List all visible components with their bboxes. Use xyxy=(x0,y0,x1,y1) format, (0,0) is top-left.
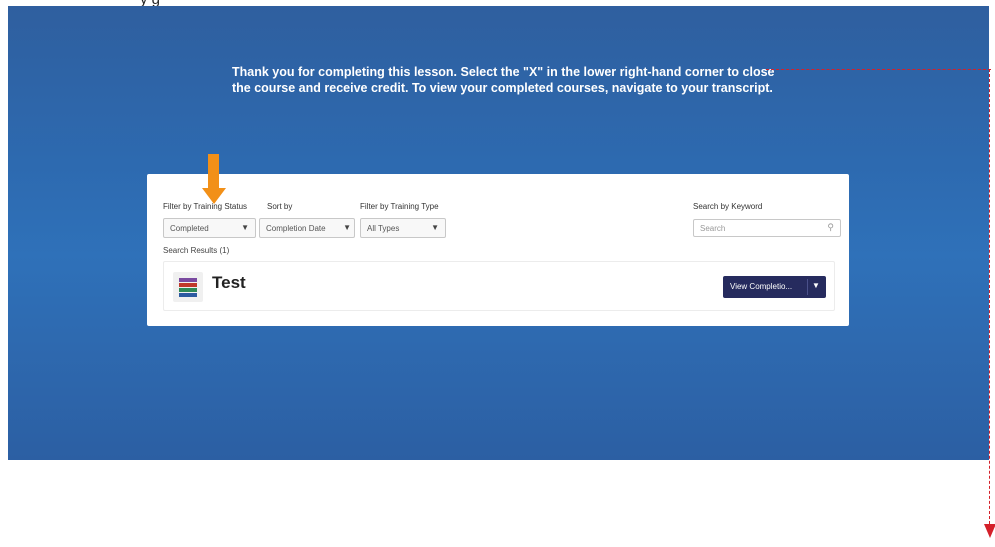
status-select-value: Completed xyxy=(170,224,209,233)
red-arrow-line-vertical xyxy=(989,69,990,524)
type-select[interactable]: All Types ▼ xyxy=(360,218,446,238)
search-icon[interactable]: ⚲ xyxy=(827,222,834,233)
chevron-down-icon: ▼ xyxy=(241,223,249,232)
view-completion-button[interactable]: View Completio... ▼ xyxy=(723,276,826,298)
search-placeholder: Search xyxy=(700,224,726,233)
view-completion-label: View Completio... xyxy=(730,282,793,291)
completion-message: Thank you for completing this lesson. Se… xyxy=(232,65,775,95)
filter-type-label: Filter by Training Type xyxy=(360,202,439,211)
sort-label: Sort by xyxy=(267,202,293,211)
orange-arrow-stem xyxy=(208,154,219,188)
status-select[interactable]: Completed ▼ xyxy=(163,218,256,238)
sort-select-value: Completion Date xyxy=(266,224,326,233)
red-arrow-line-horizontal xyxy=(766,69,991,70)
sort-select[interactable]: Completion Date ▼ xyxy=(259,218,355,238)
orange-arrow-head xyxy=(202,188,226,204)
course-thumbnail-icon xyxy=(173,272,203,302)
results-label: Search Results (1) xyxy=(163,246,230,255)
training-panel: Filter by Training Status Sort by Filter… xyxy=(147,174,849,326)
type-select-value: All Types xyxy=(367,224,400,233)
chevron-down-icon[interactable]: ▼ xyxy=(812,281,820,290)
chevron-down-icon: ▼ xyxy=(431,223,439,232)
search-input[interactable]: Search ⚲ xyxy=(693,219,841,237)
chevron-down-icon: ▼ xyxy=(343,223,351,232)
red-arrow-head xyxy=(984,524,995,538)
search-label: Search by Keyword xyxy=(693,202,763,211)
button-divider xyxy=(807,279,808,295)
course-title[interactable]: Test xyxy=(212,273,246,293)
course-row[interactable]: Test View Completio... ▼ xyxy=(163,261,835,311)
